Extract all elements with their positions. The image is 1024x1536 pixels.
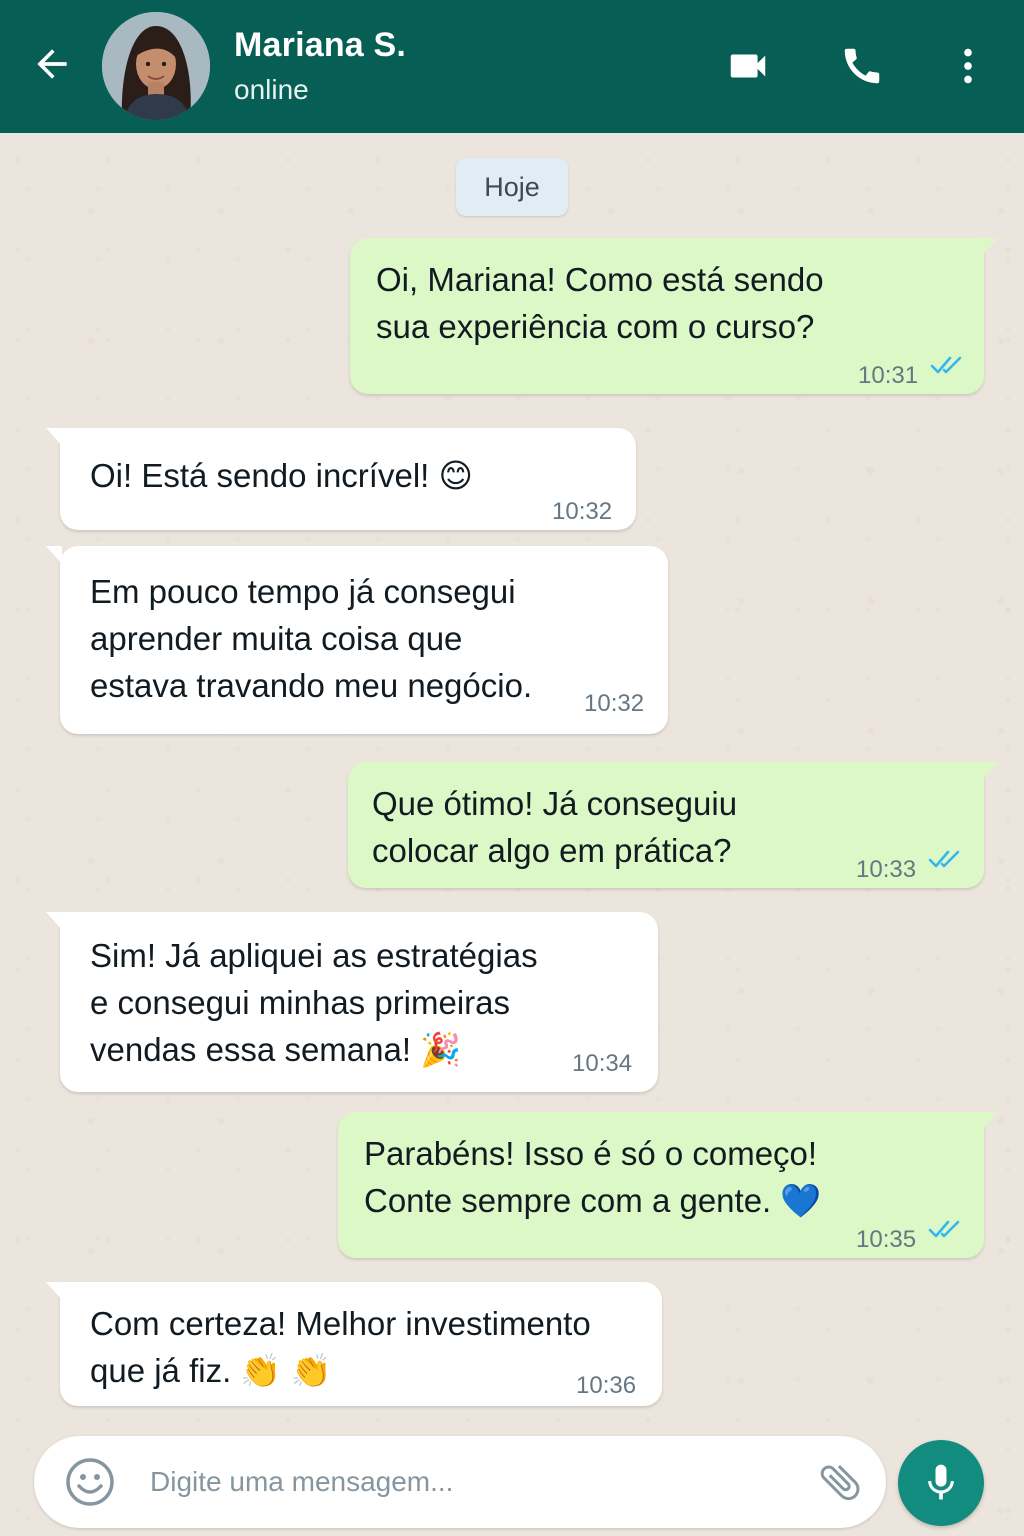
message-incoming[interactable]: Em pouco tempo já consegui aprender muit… <box>46 546 668 734</box>
message-incoming[interactable]: Oi! Está sendo incrível! 😊 10:32 <box>46 428 636 530</box>
message-text: Que ótimo! Já conseguiu colocar algo em … <box>372 785 738 869</box>
read-receipt-icon <box>928 1220 960 1238</box>
message-text: Em pouco tempo já consegui aprender muit… <box>90 573 533 704</box>
message-text: Com certeza! Melhor investimento que já … <box>90 1305 591 1389</box>
contact-name[interactable]: Mariana S. <box>234 26 406 65</box>
chat-header: Mariana S. online <box>0 0 1024 133</box>
message-incoming[interactable]: Sim! Já apliquei as estratégias e conseg… <box>46 912 658 1092</box>
emoji-icon[interactable] <box>64 1456 116 1508</box>
message-input[interactable] <box>150 1458 790 1506</box>
message-text: Parabéns! Isso é só o começo! Conte semp… <box>364 1135 822 1219</box>
microphone-button[interactable] <box>898 1440 984 1526</box>
microphone-icon <box>928 1464 954 1500</box>
message-time: 10:34 <box>572 1050 633 1077</box>
message-text: Oi! Está sendo incrível! 😊 <box>90 457 473 494</box>
message-time: 10:36 <box>576 1372 637 1399</box>
contact-status: online <box>234 74 309 105</box>
phone-icon[interactable] <box>836 40 888 92</box>
message-text: Sim! Já apliquei as estratégias e conseg… <box>90 937 538 1068</box>
message-time: 10:32 <box>552 498 613 525</box>
back-arrow-icon[interactable] <box>28 40 76 88</box>
message-outgoing[interactable]: Que ótimo! Já conseguiu colocar algo em … <box>348 762 998 888</box>
avatar[interactable] <box>102 12 210 120</box>
message-outgoing[interactable]: Oi, Mariana! Como está sendo sua experiê… <box>350 238 998 394</box>
attach-icon[interactable] <box>816 1458 864 1506</box>
read-receipt-icon <box>930 356 962 374</box>
message-time: 10:31 <box>858 362 919 389</box>
message-time: 10:32 <box>584 690 645 717</box>
message-time: 10:35 <box>856 1226 917 1253</box>
date-divider: Hoje <box>456 158 568 216</box>
video-call-icon[interactable] <box>722 40 774 92</box>
message-incoming[interactable]: Com certeza! Melhor investimento que já … <box>46 1282 662 1406</box>
message-text: Oi, Mariana! Como está sendo sua experiê… <box>376 261 824 345</box>
more-options-icon[interactable] <box>942 40 994 92</box>
message-time: 10:33 <box>856 856 917 883</box>
message-outgoing[interactable]: Parabéns! Isso é só o começo! Conte semp… <box>338 1112 998 1258</box>
message-composer <box>34 1436 886 1528</box>
read-receipt-icon <box>928 850 960 868</box>
